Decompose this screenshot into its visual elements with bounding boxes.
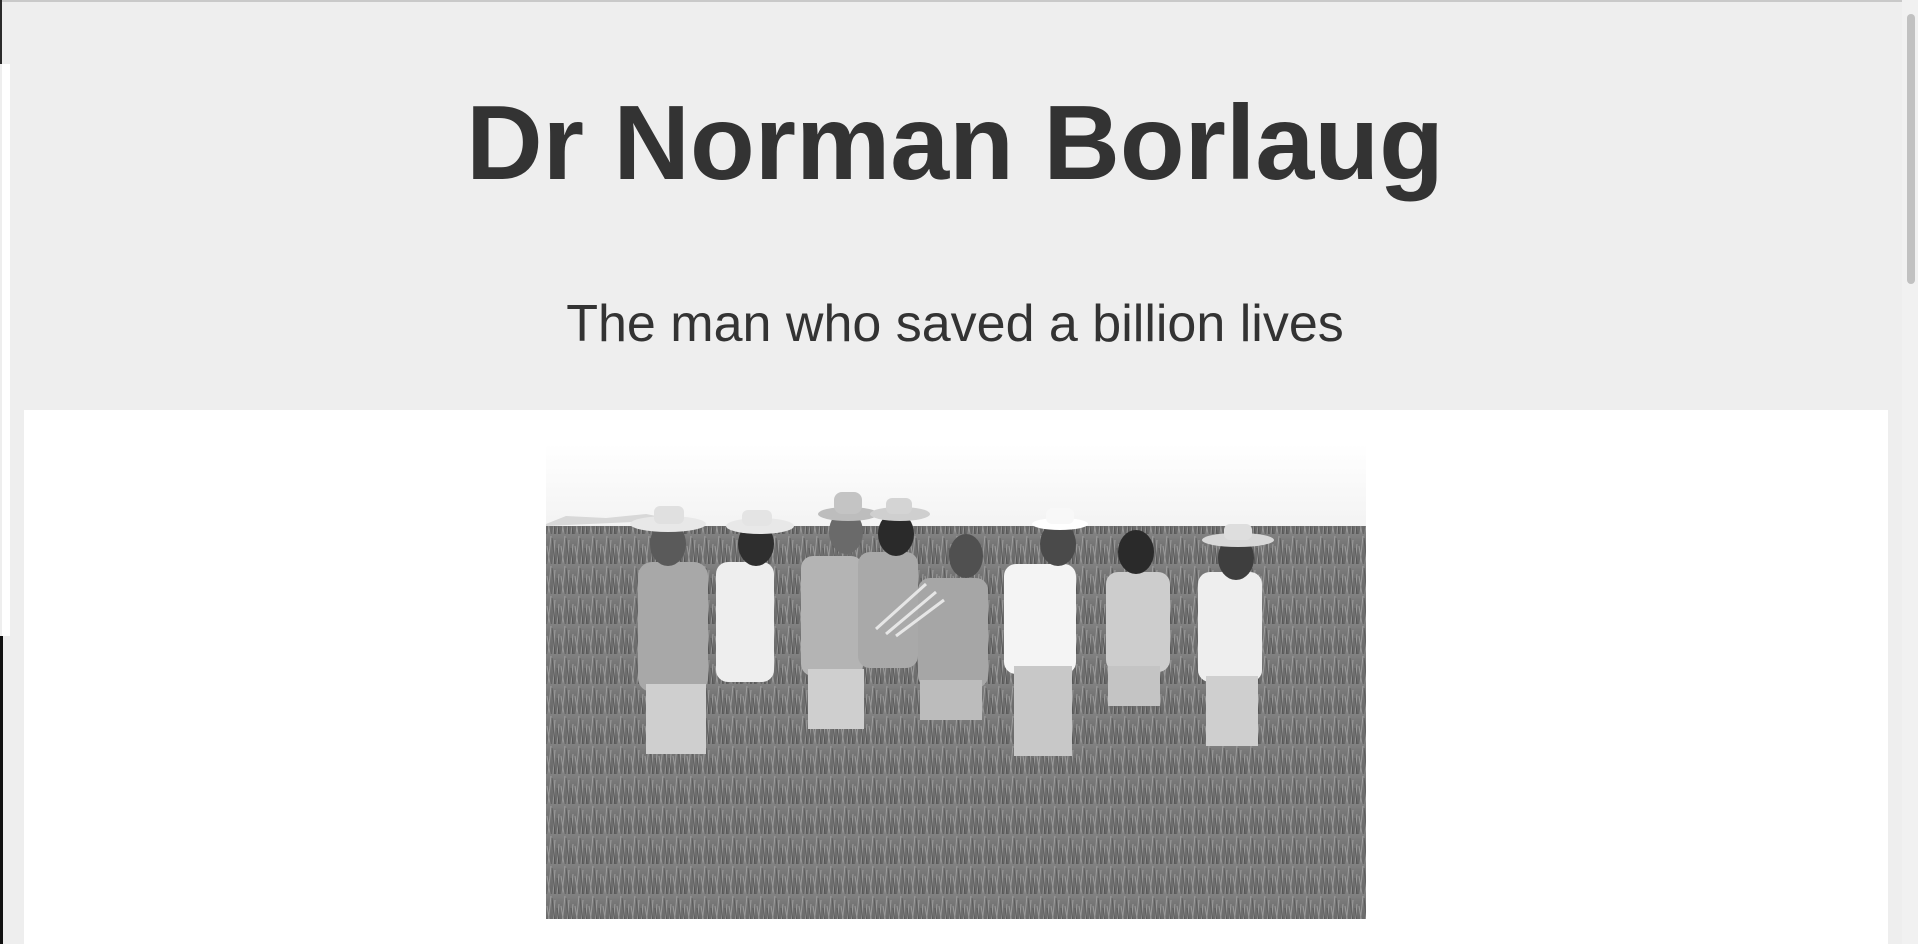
browser-viewport: Dr Norman Borlaug The man who saved a bi… (0, 0, 1918, 944)
page-subtitle: The man who saved a billion lives (566, 295, 1344, 353)
page-header: Dr Norman Borlaug The man who saved a bi… (12, 2, 1898, 410)
window-left-edge-lower (0, 636, 3, 944)
window-left-gap (2, 64, 10, 636)
scrollbar-thumb[interactable] (1907, 14, 1915, 284)
main-content (24, 410, 1888, 944)
page-title: Dr Norman Borlaug (466, 84, 1444, 202)
wheat-field-photo (546, 444, 1366, 919)
window-left-edge (0, 0, 2, 64)
vertical-scrollbar[interactable] (1902, 0, 1918, 944)
